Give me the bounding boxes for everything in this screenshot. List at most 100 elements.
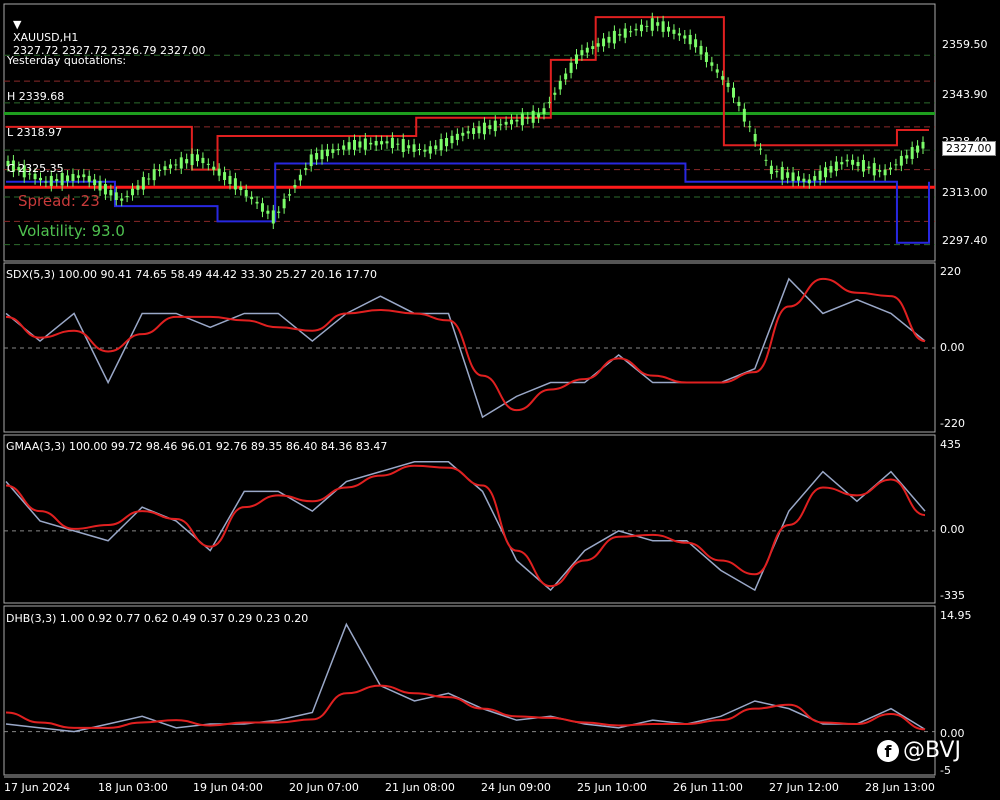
candle-body [353,139,357,150]
candle-body [174,164,178,166]
gmaa-tick: 0.00 [940,523,965,536]
candle-body [677,33,681,36]
candle-body [412,144,416,152]
candle-body [510,119,514,125]
candle-body [163,166,167,170]
candle-body [759,148,763,150]
candle-body [114,192,118,200]
time-tick: 27 Jun 12:00 [769,781,839,794]
candle-body [634,28,638,31]
candle-body [661,21,665,32]
candle-body [363,138,367,150]
candle-body [775,171,779,173]
candle-body [764,159,768,161]
candle-body [802,178,806,182]
candle-body [683,35,687,39]
time-tick: 20 Jun 07:00 [289,781,359,794]
lower-band-line [6,162,930,244]
candle-body [233,178,237,190]
candle-body [618,34,622,36]
candle-body [277,211,281,213]
candle-body [824,167,828,178]
candle-body [190,153,194,166]
sdx-tick: -220 [940,417,965,430]
candle-body [753,133,757,142]
candle-body [688,34,692,45]
dhb-pane-frame [3,605,936,776]
candle-body [298,174,302,181]
yesterday-title: Yesterday quotations: [7,54,127,67]
yesterday-close: C 2325.35 [7,162,64,175]
candle-body [168,164,172,169]
candle-body [553,92,557,95]
time-tick: 17 Jun 2024 [4,781,71,794]
candle-body [482,122,486,135]
candle-body [499,124,503,126]
dropdown-triangle-icon[interactable]: ▼ [13,18,21,31]
candle-body [786,172,790,178]
time-tick: 28 Jun 13:00 [865,781,935,794]
candle-body [602,38,606,47]
candle-body [526,117,530,119]
candle-body [872,163,876,176]
candle-body [748,126,752,128]
candle-body [591,46,595,50]
candle-body [206,163,210,165]
candle-body [336,148,340,150]
candle-body [894,164,898,166]
candle-body [271,210,275,224]
candle-body [131,188,135,196]
yesterday-quotations: Yesterday quotations: H 2339.68 L 2318.9… [7,31,126,187]
candle-body [639,24,643,32]
facebook-icon: f [877,739,899,762]
candle-body [396,143,400,145]
candle-body [141,177,145,190]
candle-body [807,179,811,184]
candle-body [239,186,243,191]
time-tick: 18 Jun 03:00 [98,781,168,794]
candle-body [260,203,264,212]
candle-body [250,196,254,200]
candle-body [331,149,335,153]
price-tick: 2297.40 [942,234,988,247]
candle-body [569,62,573,73]
volatility-label: Volatility: 93.0 [18,222,125,240]
candle-body [390,137,394,149]
signal-line [5,464,926,588]
candle-body [629,31,633,33]
candle-body [818,170,822,180]
candle-body [212,166,216,170]
watermark-text: @BVJ [903,738,961,763]
price-tick: 2313.00 [942,186,988,199]
candle-body [667,26,671,32]
candle-body [152,169,156,181]
candle-body [428,146,432,154]
candle-body [732,87,736,98]
candle-body [315,153,319,160]
candle-body [120,198,124,201]
candle-body [921,141,925,149]
candle-body [293,185,297,188]
candle-body [158,169,162,172]
candle-body [710,62,714,66]
spread-label: Spread: 23 [18,192,100,210]
candle-body [899,155,903,166]
candle-body [531,110,535,123]
candle-body [266,210,270,214]
candle-body [596,43,600,47]
candle-body [845,159,849,162]
candle-body [439,139,443,151]
candle-body [445,138,449,147]
candle-body [455,133,459,140]
candle-body [650,18,654,31]
dhb-title: DHB(3,3) 1.00 0.92 0.77 0.62 0.49 0.37 0… [6,612,309,625]
time-tick: 26 Jun 11:00 [673,781,743,794]
candle-body [385,141,389,144]
candle-body [288,194,292,196]
candle-body [244,190,248,197]
candle-body [840,162,844,165]
candle-body [861,160,865,172]
sdx-tick: 0.00 [940,341,965,354]
candle-body [282,198,286,209]
candle-body [109,190,113,196]
